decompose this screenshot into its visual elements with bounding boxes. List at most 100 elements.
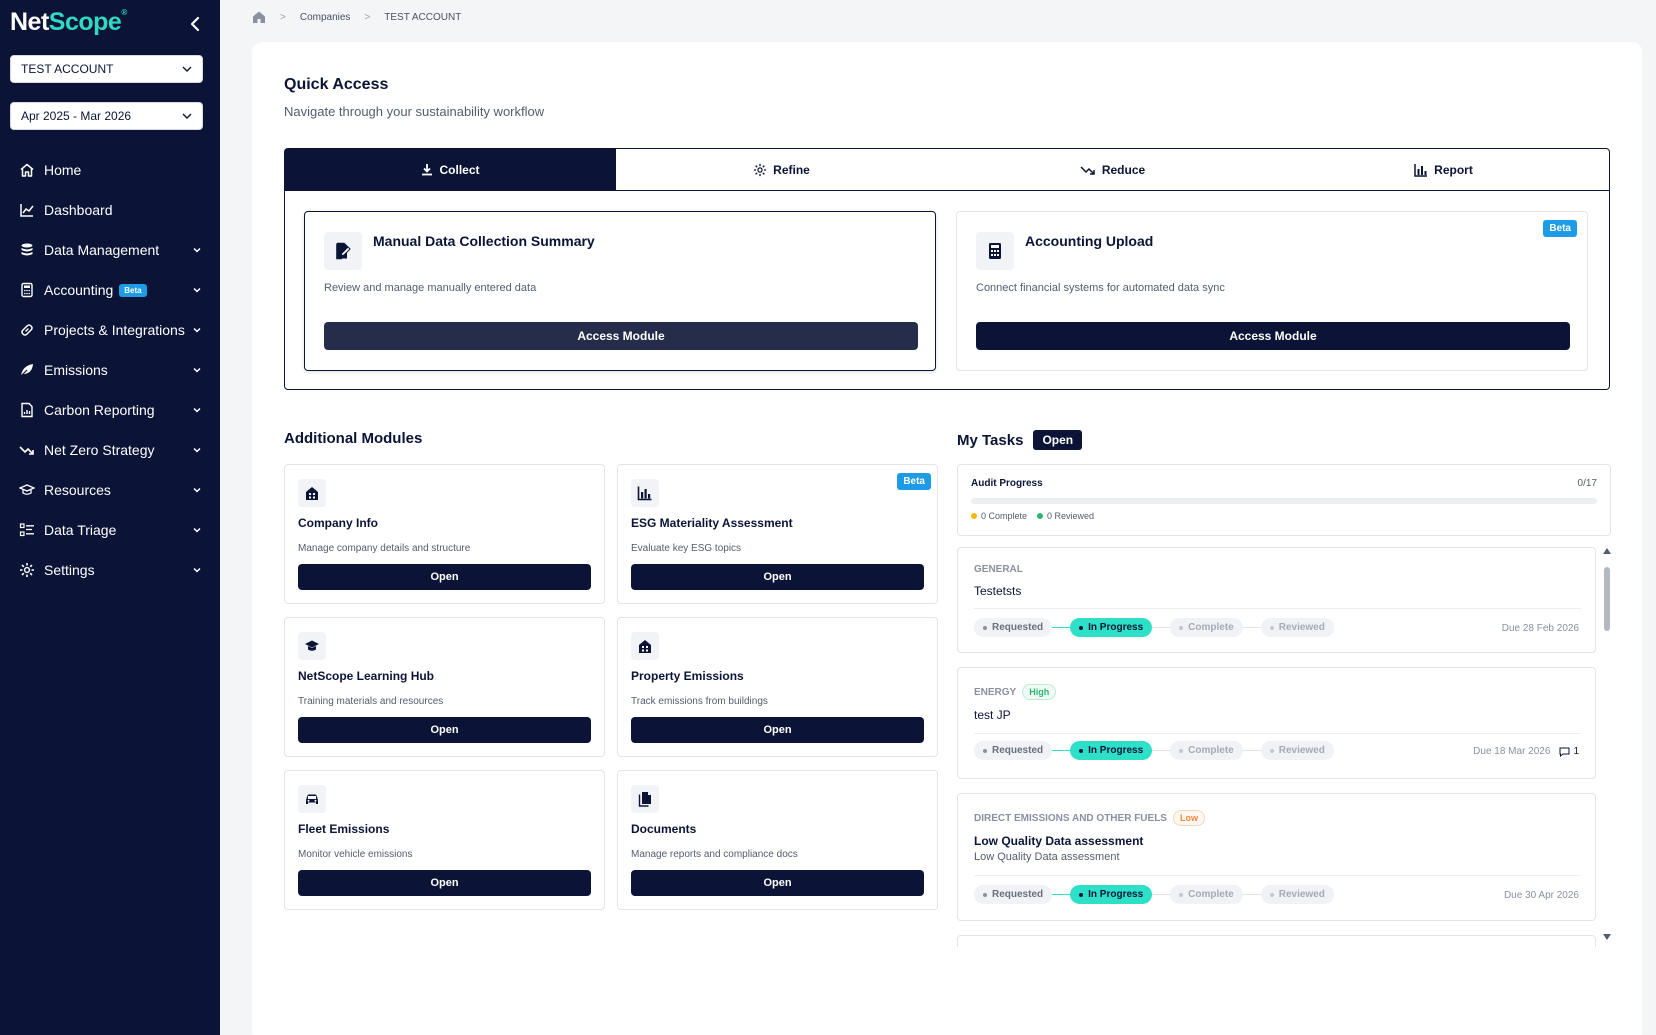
tab-refine[interactable]: Refine bbox=[616, 149, 947, 190]
sidebar: NetScope® TEST ACCOUNT Apr 2025 - Mar 20… bbox=[0, 0, 220, 1035]
download-icon bbox=[422, 164, 433, 176]
step-label: In Progress bbox=[1088, 622, 1144, 633]
task-status-steps: Requested In Progress Complete Reviewed bbox=[974, 885, 1334, 904]
chevron-left-icon bbox=[190, 16, 200, 32]
module-description: Evaluate key ESG topics bbox=[631, 543, 742, 554]
open-module-button[interactable]: Open bbox=[631, 870, 924, 896]
task-card[interactable]: DIRECT EMISSIONS AND OTHER FUELS Low Low … bbox=[957, 793, 1596, 921]
task-status-steps: Requested In Progress Complete Reviewed bbox=[974, 618, 1334, 637]
task-list: GENERAL Testetsts Requested In Progress … bbox=[957, 547, 1597, 947]
open-module-button[interactable]: Open bbox=[298, 870, 591, 896]
bar-chart-icon bbox=[1414, 163, 1428, 177]
step-complete[interactable]: Complete bbox=[1170, 885, 1243, 904]
module-title: Manual Data Collection Summary bbox=[373, 233, 595, 249]
sidebar-item-data-management[interactable]: Data Management bbox=[0, 230, 220, 270]
step-connector bbox=[1052, 894, 1071, 895]
task-list-scrollbar[interactable] bbox=[1602, 547, 1612, 941]
tab-collect[interactable]: Collect bbox=[285, 149, 616, 190]
task-card[interactable] bbox=[957, 935, 1596, 947]
breadcrumb-companies-link[interactable]: Companies bbox=[300, 12, 351, 23]
sidebar-item-accounting[interactable]: Accounting Beta bbox=[0, 270, 220, 310]
task-status-steps: Requested In Progress Complete Reviewed bbox=[974, 741, 1334, 760]
quick-access-panel: Collect Refine Reduce Report Manual Data… bbox=[284, 148, 1610, 390]
quick-access-subtitle: Navigate through your sustainability wor… bbox=[284, 104, 545, 119]
reviewed-dot-icon bbox=[1037, 513, 1044, 519]
tab-label: Refine bbox=[773, 162, 810, 177]
account-select[interactable]: TEST ACCOUNT bbox=[10, 55, 203, 83]
scroll-thumb[interactable] bbox=[1604, 567, 1610, 631]
step-connector bbox=[1242, 894, 1261, 895]
task-category-label: DIRECT EMISSIONS AND OTHER FUELS bbox=[974, 812, 1167, 824]
step-requested[interactable]: Requested bbox=[974, 618, 1053, 637]
sidebar-item-label: Dashboard bbox=[44, 202, 113, 218]
sidebar-item-carbon-reporting[interactable]: Carbon Reporting bbox=[0, 390, 220, 430]
sidebar-item-label: Home bbox=[44, 162, 82, 178]
sidebar-item-home[interactable]: Home bbox=[0, 150, 220, 190]
sidebar-item-label: Carbon Reporting bbox=[44, 402, 155, 418]
step-complete[interactable]: Complete bbox=[1170, 618, 1243, 637]
task-card[interactable]: GENERAL Testetsts Requested In Progress … bbox=[957, 547, 1596, 653]
home-icon[interactable] bbox=[252, 10, 266, 24]
sidebar-item-projects-integrations[interactable]: Projects & Integrations bbox=[0, 310, 220, 350]
task-card[interactable]: ENERGY High test JP Requested In Progress… bbox=[957, 667, 1596, 779]
gear-icon bbox=[754, 163, 767, 176]
step-connector bbox=[1152, 750, 1171, 751]
step-requested[interactable]: Requested bbox=[974, 741, 1053, 760]
task-due-date: Due 28 Feb 2026 bbox=[1501, 623, 1579, 634]
step-reviewed[interactable]: Reviewed bbox=[1260, 885, 1334, 904]
step-in-progress[interactable]: In Progress bbox=[1070, 741, 1153, 760]
tab-report[interactable]: Report bbox=[1278, 149, 1609, 190]
netscope-logo[interactable]: NetScope® bbox=[10, 8, 127, 37]
tab-reduce[interactable]: Reduce bbox=[947, 149, 1278, 190]
step-in-progress[interactable]: In Progress bbox=[1070, 618, 1153, 637]
step-connector bbox=[1242, 627, 1261, 628]
logo-text-scope: Scope bbox=[48, 8, 122, 36]
step-complete[interactable]: Complete bbox=[1170, 741, 1243, 760]
sidebar-item-label: Data Management bbox=[44, 242, 160, 258]
step-in-progress[interactable]: In Progress bbox=[1070, 885, 1153, 904]
chevron-down-icon bbox=[193, 567, 201, 573]
task-name: test JP bbox=[974, 708, 1011, 722]
task-due-date: Due 30 Apr 2026 bbox=[1503, 890, 1579, 901]
open-module-button[interactable]: Open bbox=[298, 564, 591, 590]
audit-progress-bar bbox=[971, 498, 1597, 504]
open-module-button[interactable]: Open bbox=[631, 717, 924, 743]
logo-text-net: Net bbox=[10, 8, 49, 36]
period-select[interactable]: Apr 2025 - Mar 2026 bbox=[10, 102, 203, 130]
task-filter-badge[interactable]: Open bbox=[1033, 430, 1083, 450]
sidebar-item-label: Resources bbox=[44, 482, 111, 498]
account-select-value: TEST ACCOUNT bbox=[21, 62, 114, 76]
beta-badge: Beta bbox=[897, 473, 931, 490]
step-label: In Progress bbox=[1088, 745, 1144, 756]
module-card-manual-data-collection[interactable]: Manual Data Collection Summary Review an… bbox=[304, 211, 936, 371]
beta-badge: Beta bbox=[119, 283, 147, 297]
step-reviewed[interactable]: Reviewed bbox=[1260, 618, 1334, 637]
step-reviewed[interactable]: Reviewed bbox=[1260, 741, 1334, 760]
step-requested[interactable]: Requested bbox=[974, 885, 1053, 904]
access-module-button[interactable]: Access Module bbox=[324, 322, 918, 350]
sidebar-item-data-triage[interactable]: Data Triage bbox=[0, 510, 220, 550]
sidebar-item-emissions[interactable]: Emissions bbox=[0, 350, 220, 390]
task-divider bbox=[974, 608, 1581, 609]
chevron-down-icon bbox=[193, 247, 201, 253]
sidebar-item-label: Settings bbox=[44, 562, 95, 578]
task-category: ENERGY High bbox=[974, 684, 1057, 700]
scroll-up-arrow-icon[interactable] bbox=[1602, 547, 1612, 555]
access-module-button[interactable]: Access Module bbox=[976, 322, 1570, 350]
sidebar-item-net-zero-strategy[interactable]: Net Zero Strategy bbox=[0, 430, 220, 470]
sidebar-nav: Home Dashboard Data Management Accountin… bbox=[0, 150, 220, 590]
step-label: Reviewed bbox=[1278, 889, 1325, 900]
comment-icon[interactable] bbox=[1559, 747, 1570, 757]
sidebar-item-settings[interactable]: Settings bbox=[0, 550, 220, 590]
sidebar-item-dashboard[interactable]: Dashboard bbox=[0, 190, 220, 230]
open-module-button[interactable]: Open bbox=[298, 717, 591, 743]
step-label: Reviewed bbox=[1278, 745, 1325, 756]
open-module-button[interactable]: Open bbox=[631, 564, 924, 590]
scroll-down-arrow-icon[interactable] bbox=[1602, 933, 1612, 941]
sidebar-item-resources[interactable]: Resources bbox=[0, 470, 220, 510]
task-name: Testetsts bbox=[974, 584, 1022, 598]
collapse-sidebar-button[interactable] bbox=[186, 14, 204, 34]
task-name: Low Quality Data assessment bbox=[974, 834, 1144, 848]
module-card-accounting-upload[interactable]: Beta Accounting Upload Connect financial… bbox=[956, 211, 1588, 371]
module-title: Accounting Upload bbox=[1025, 233, 1154, 249]
